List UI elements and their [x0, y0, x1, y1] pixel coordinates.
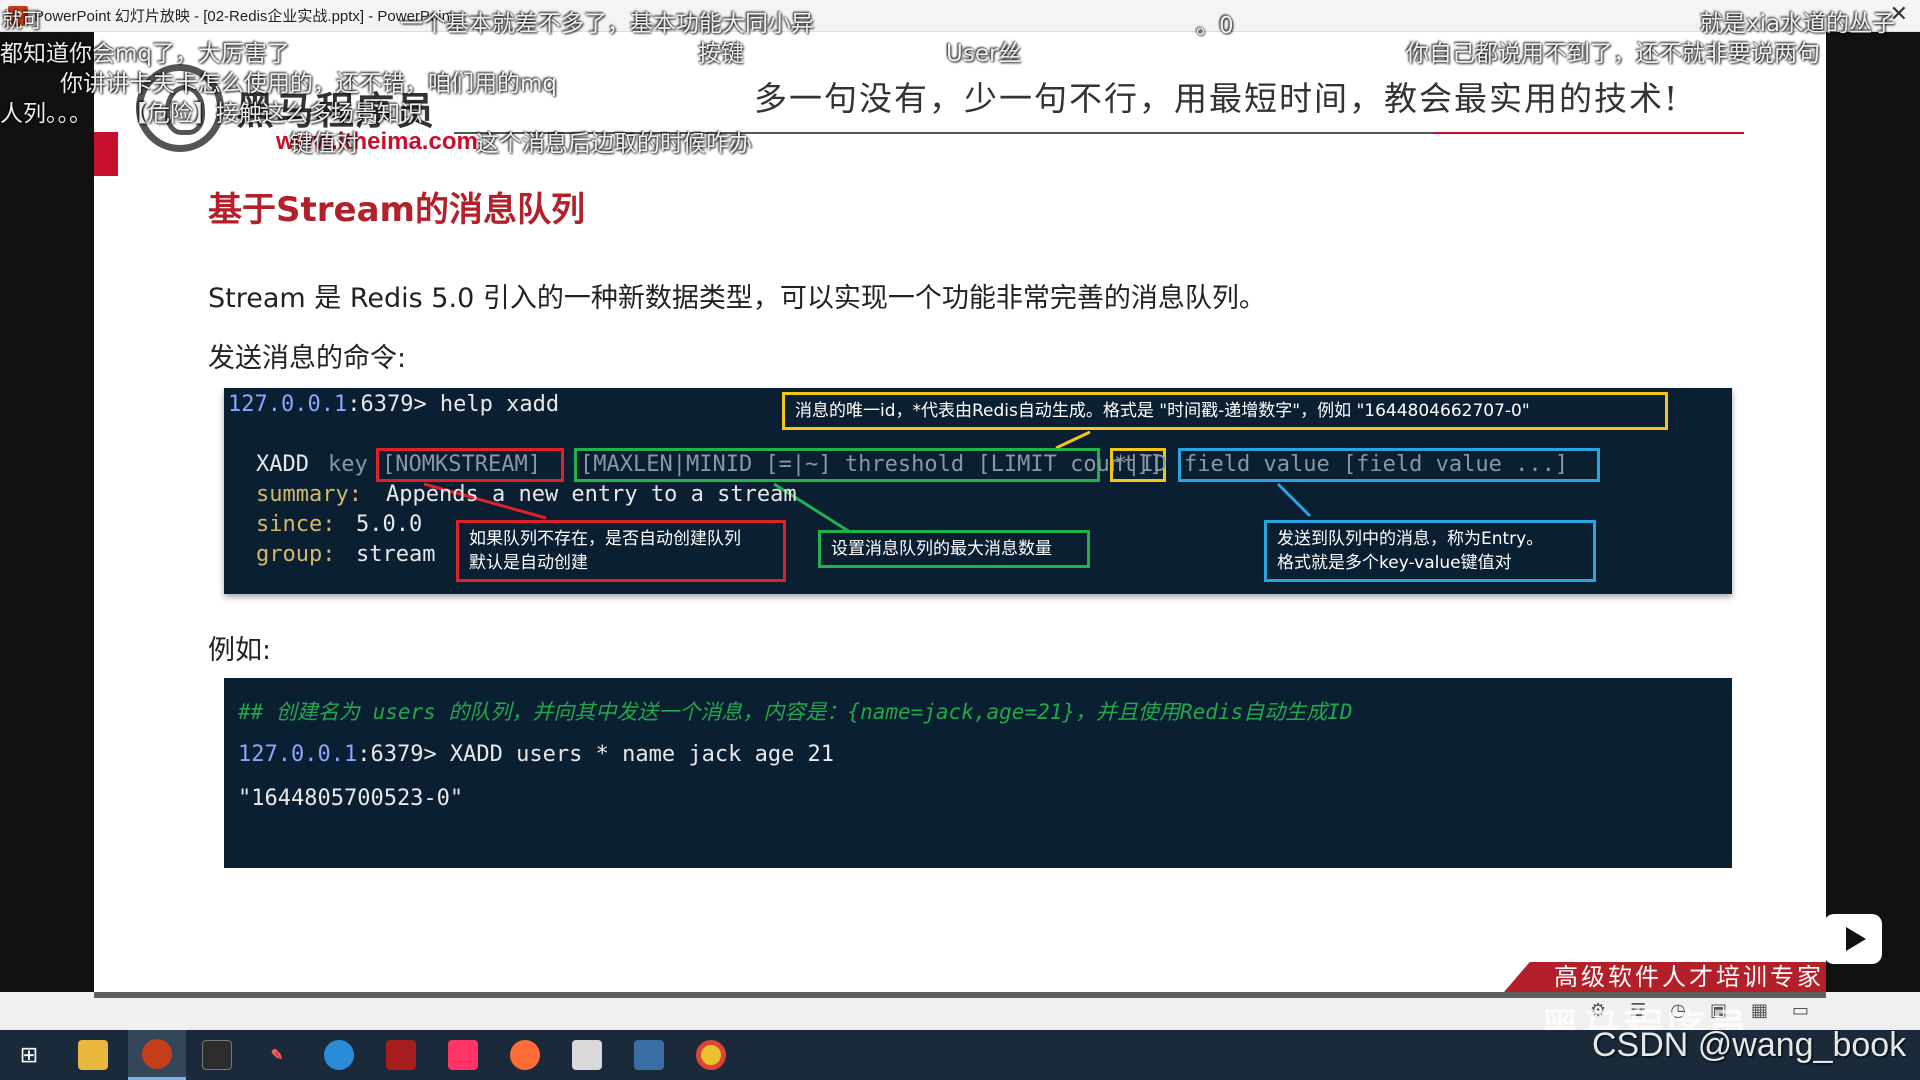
taskbar-typora[interactable] — [558, 1030, 616, 1080]
prompt-line: 127.0.0.1:6379> help xadd — [228, 392, 559, 417]
danmaku-comment: 就是xia水道的丛子 — [1700, 11, 1896, 37]
xadd-example-terminal: ## 创建名为 users 的队列，并向其中发送一个消息，内容是：{name=j… — [224, 678, 1732, 868]
csdn-watermark: CSDN @wang_book — [1592, 1026, 1907, 1064]
window-title-bar: P PowerPoint 幻灯片放映 - [02-Redis企业实战.pptx]… — [0, 0, 1920, 32]
screenshot-icon — [634, 1040, 664, 1070]
xadd-keyword: XADD — [256, 452, 309, 477]
taskbar-chrome[interactable] — [682, 1030, 740, 1080]
group-label: group: — [256, 542, 336, 567]
field-value-arg: field value [field value ...] — [1184, 452, 1569, 477]
note-message-id: 消息的唯一id，*代表由Redis自动生成。格式是 "时间戳-递增数字"，例如 … — [782, 392, 1668, 430]
taskbar-intellij[interactable] — [434, 1030, 492, 1080]
since-label: since: — [256, 512, 336, 537]
prompt-command: :6379> help xadd — [347, 392, 560, 417]
postman-icon — [510, 1040, 540, 1070]
danmaku-comment: 键值对 — [290, 131, 359, 157]
nomkstream-arg: [NOMKSTREAM] — [382, 452, 541, 477]
note-field-line-1: 发送到队列中的消息，称为Entry。 — [1277, 529, 1544, 549]
taskbar-screenshot-tool[interactable] — [620, 1030, 678, 1080]
browser-icon — [324, 1040, 354, 1070]
summary-label: summary: — [256, 482, 362, 507]
since-value: 5.0.0 — [356, 512, 423, 537]
send-command-label: 发送消息的命令: — [208, 343, 407, 374]
danmaku-comment: 你自己都说用不到了，还不就非要说两句 — [1406, 41, 1820, 67]
id-arg: *|ID — [1114, 452, 1167, 477]
screen: P PowerPoint 幻灯片放映 - [02-Redis企业实战.pptx]… — [0, 0, 1920, 1080]
taskbar-pen-app[interactable]: ✎ — [248, 1030, 306, 1080]
danmaku-comment: 按键 — [698, 41, 744, 67]
folder-icon — [78, 1040, 108, 1070]
summary-value: Appends a new entry to a stream — [386, 482, 797, 507]
prompt-ip: 127.0.0.1 — [228, 392, 348, 417]
xadd-key-arg: key — [328, 452, 368, 477]
windows-logo-icon: ⊞ — [19, 1042, 39, 1068]
note-nomkstream-line-1: 如果队列不存在，是否自动创建队列 — [469, 529, 741, 549]
grid-icon[interactable]: ▦ — [1751, 1000, 1792, 1021]
danmaku-comment: 人列。。。 — [0, 101, 92, 127]
danmaku-comment: 都知道你会mq了，大厉害了 — [0, 41, 291, 67]
note-maxlen: 设置消息队列的最大消息数量 — [818, 530, 1090, 568]
example-prompt-ip: 127.0.0.1 — [238, 742, 358, 767]
danmaku-comment: User丝 — [946, 41, 1022, 67]
slogan: 多一句没有，少一句不行，用最短时间，教会最实用的技术! — [754, 79, 1680, 118]
taskbar-postman[interactable] — [496, 1030, 554, 1080]
arrow-field — [1276, 482, 1312, 518]
note-field-value: 发送到队列中的消息，称为Entry。 格式就是多个key-value键值对 — [1264, 520, 1596, 582]
taskbar-file-explorer[interactable] — [64, 1030, 122, 1080]
example-result: "1644805700523-0" — [238, 786, 464, 811]
group-value: stream — [356, 542, 436, 567]
example-command: :6379> XADD users * name jack age 21 — [357, 742, 835, 767]
play-icon[interactable] — [1824, 914, 1882, 964]
slide-title: 基于Stream的消息队列 — [208, 190, 585, 230]
example-command-line: 127.0.0.1:6379> XADD users * name jack a… — [238, 742, 834, 767]
taskbar-powerpoint[interactable] — [128, 1030, 186, 1080]
note-nomkstream-line-2: 默认是自动创建 — [469, 553, 588, 573]
red-marker — [94, 132, 118, 176]
document-icon — [572, 1040, 602, 1070]
danmaku-comment: 。0 — [1196, 13, 1234, 39]
danmaku-comment: 这个消息后边取的时候咋办 — [476, 131, 752, 157]
right-black-strip — [1826, 32, 1920, 1000]
note-field-line-2: 格式就是多个key-value键值对 — [1277, 553, 1512, 573]
presentation-slide: 黑马程序员 www.itheima.com 多一句没有，少一句不行，用最短时间，… — [94, 32, 1826, 992]
left-black-strip — [0, 32, 94, 1000]
chrome-icon — [696, 1040, 726, 1070]
windows-start-button[interactable]: ⊞ — [0, 1030, 58, 1080]
taskbar-terminal[interactable] — [188, 1030, 246, 1080]
danmaku-comment: 一个基本就差不多了，基本功能大同小异 — [400, 11, 814, 37]
help-xadd-terminal: 127.0.0.1:6379> help xadd XADD key [NOMK… — [224, 388, 1732, 594]
terminal-icon — [202, 1040, 232, 1070]
powerpoint-icon — [142, 1038, 172, 1069]
arrow-id — [1055, 430, 1091, 450]
taskbar-redis-manager[interactable] — [372, 1030, 430, 1080]
window-icon[interactable]: ▭ — [1792, 1000, 1833, 1021]
danmaku-comment: 【危险】接触这么多场景知识 — [124, 101, 423, 127]
intellij-icon — [448, 1040, 478, 1070]
maxlen-arg: [MAXLEN|MINID [=|~] threshold [LIMIT cou… — [580, 452, 1163, 477]
example-label: 例如: — [208, 635, 272, 666]
taskbar-edge-browser[interactable] — [310, 1030, 368, 1080]
example-comment: ## 创建名为 users 的队列，并向其中发送一个消息，内容是：{name=j… — [238, 700, 1353, 724]
danmaku-comment: 你讲讲卡夫卡怎么使用的，还不错，咱们用的mq — [60, 71, 558, 97]
note-nomkstream: 如果队列不存在，是否自动创建队列 默认是自动创建 — [456, 520, 786, 582]
pen-icon: ✎ — [270, 1047, 284, 1064]
bottom-banner: 高级软件人才培训专家 — [1504, 962, 1826, 992]
redis-icon — [386, 1040, 416, 1070]
intro-text: Stream 是 Redis 5.0 引入的一种新数据类型，可以实现一个功能非常… — [208, 283, 1266, 314]
danmaku-comment: 就可 — [2, 8, 42, 32]
window-title: PowerPoint 幻灯片放映 - [02-Redis企业实战.pptx] -… — [34, 8, 455, 25]
